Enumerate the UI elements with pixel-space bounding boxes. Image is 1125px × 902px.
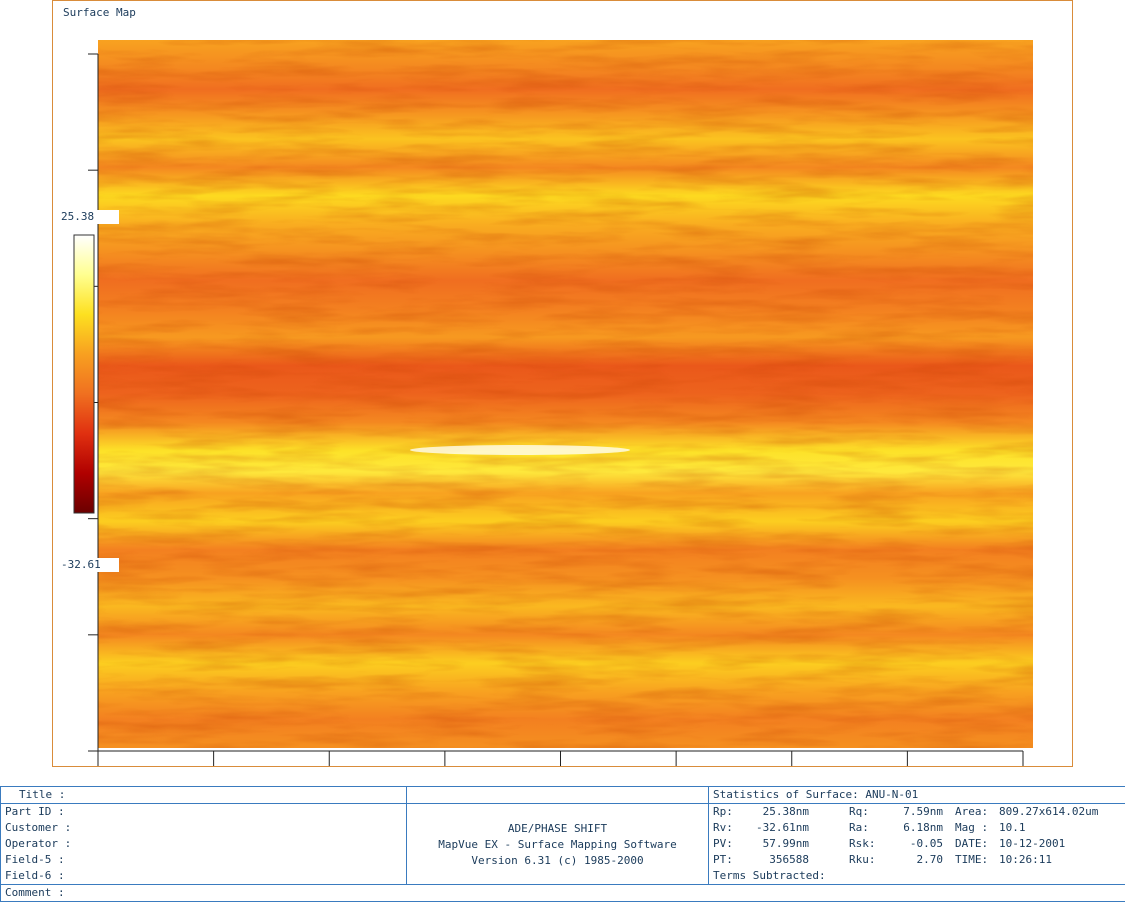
rsk-label: Rsk: xyxy=(809,836,895,852)
scale-min-label: -32.61 xyxy=(59,558,119,572)
software-line-1: ADE/PHASE SHIFT xyxy=(411,821,704,837)
terms-subtracted-label: Terms Subtracted: xyxy=(713,868,826,884)
rku-label: Rku: xyxy=(809,852,895,868)
customer-label: Customer : xyxy=(5,820,402,836)
rv-label: Rv: xyxy=(713,820,747,836)
comment-cell: Comment : xyxy=(1,885,1125,902)
stats-row-1: Rp:25.38nm Rq:7.59nm Area:809.27x614.02u… xyxy=(713,804,1121,820)
surface-texture xyxy=(98,40,1033,748)
software-info: ADE/PHASE SHIFT MapVue EX - Surface Mapp… xyxy=(407,804,709,885)
software-line-2: MapVue EX - Surface Mapping Software xyxy=(411,837,704,853)
title-label: Title : xyxy=(5,788,65,801)
rv-value: -32.61nm xyxy=(747,820,809,836)
pv-value: 57.99nm xyxy=(747,836,809,852)
pv-label: PV: xyxy=(713,836,747,852)
stats-row-2: Rv:-32.61nm Ra:6.18nm Mag :10.1 xyxy=(713,820,1121,836)
field5-label: Field-5 : xyxy=(5,852,402,868)
info-panel: Title : Statistics of Surface: ANU-N-01 … xyxy=(0,786,1125,902)
date-label: DATE: xyxy=(943,836,999,852)
stats-header: Statistics of Surface: ANU-N-01 xyxy=(709,787,1125,804)
rq-label: Rq: xyxy=(809,804,895,820)
rp-label: Rp: xyxy=(713,804,747,820)
rsk-value: -0.05 xyxy=(895,836,943,852)
stats-cell: Rp:25.38nm Rq:7.59nm Area:809.27x614.02u… xyxy=(709,804,1125,885)
comment-label: Comment : xyxy=(5,886,65,899)
stats-row-3: PV:57.99nm Rsk:-0.05 DATE:10-12-2001 xyxy=(713,836,1121,852)
field6-label: Field-6 : xyxy=(5,868,402,884)
part-id-label: Part ID : xyxy=(5,804,402,820)
date-value: 10-12-2001 xyxy=(999,836,1119,852)
area-value: 809.27x614.02um xyxy=(999,804,1119,820)
time-label: TIME: xyxy=(943,852,999,868)
time-value: 10:26:11 xyxy=(999,852,1119,868)
fields-cell: Part ID : Customer : Operator : Field-5 … xyxy=(1,804,407,885)
software-line-3: Version 6.31 (c) 1985-2000 xyxy=(411,853,704,869)
color-scale-bar xyxy=(74,235,94,513)
surface-map-chart[interactable] xyxy=(0,0,1125,780)
ra-label: Ra: xyxy=(809,820,895,836)
bright-streak xyxy=(410,445,630,455)
mag-label: Mag : xyxy=(943,820,999,836)
title-cell: Title : xyxy=(1,787,407,804)
rp-value: 25.38nm xyxy=(747,804,809,820)
scale-max-label: 25.38 xyxy=(59,210,119,224)
area-label: Area: xyxy=(943,804,999,820)
stats-row-5: Terms Subtracted: xyxy=(713,868,1121,884)
rku-value: 2.70 xyxy=(895,852,943,868)
stats-row-4: PT:356588 Rku:2.70 TIME:10:26:11 xyxy=(713,852,1121,868)
pt-label: PT: xyxy=(713,852,747,868)
mag-value: 10.1 xyxy=(999,820,1119,836)
operator-label: Operator : xyxy=(5,836,402,852)
pt-value: 356588 xyxy=(747,852,809,868)
rq-value: 7.59nm xyxy=(895,804,943,820)
blank-header-cell xyxy=(407,787,709,804)
ra-value: 6.18nm xyxy=(895,820,943,836)
